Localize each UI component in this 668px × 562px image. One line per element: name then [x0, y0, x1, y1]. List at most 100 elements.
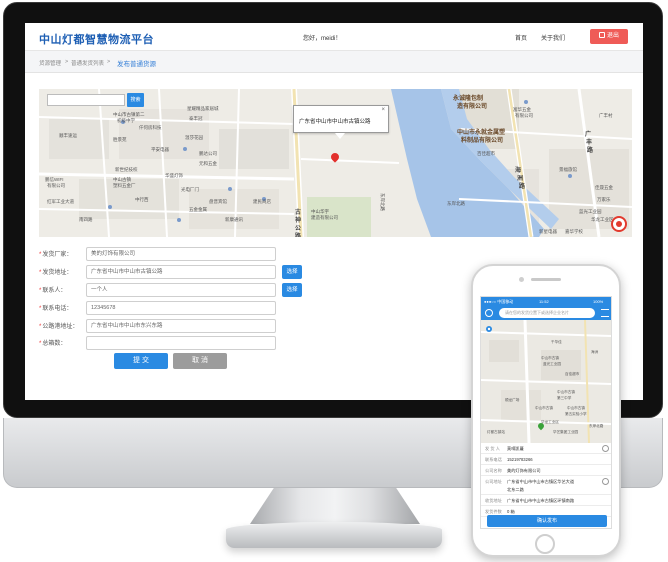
map-poi-label: 鹏达公司: [199, 151, 217, 156]
phone-home-button[interactable]: [535, 534, 555, 554]
phone-row-company-address-cont: 北东二路: [481, 484, 611, 495]
phone-map-label: 中山市古镇: [557, 390, 575, 394]
form-label: *公路港地址：: [39, 324, 79, 330]
confirm-publish-button[interactable]: 确认发布: [487, 515, 607, 527]
breadcrumb-item-list[interactable]: 普通发货列表: [71, 59, 104, 67]
address-input[interactable]: 广东省中山市中山市古镇公路: [86, 265, 276, 279]
map-road-label: 东岸北路: [380, 193, 385, 211]
map-poi-label: 塑料五金厂: [113, 183, 136, 188]
popup-close-icon[interactable]: ×: [381, 107, 385, 113]
shipper-input[interactable]: 美的灯饰有限公司: [86, 247, 276, 261]
phone-row-phone[interactable]: 联系电话 15219783266: [481, 454, 611, 465]
nav-about-link[interactable]: 关于我们: [541, 33, 565, 42]
phone-map-label: 百佳超市: [565, 372, 580, 376]
phone-screen: ●●●○○ 中国移动 11:52 100% 请在您的发货位置下或选择企业名片 千…: [480, 296, 612, 529]
phone-search-input[interactable]: 请在您的发货位置下或选择企业名片: [499, 308, 595, 318]
map-label-company: 造有限公司: [457, 104, 488, 110]
phone-map-view[interactable]: 千华佳 中山市古镇 蓝光工业园 百佳超市 中山市古镇 第三中学 中山市古镇 顺龙…: [481, 320, 611, 443]
map-poi-label: 有限公司: [47, 183, 65, 188]
map-poi-label: 平安电器: [151, 147, 169, 152]
map-poi-label: 红军工业大道: [47, 199, 74, 204]
phone-row-shipper[interactable]: 发 货 人莫嘀凯蔓: [481, 443, 611, 454]
phone-status-bar: ●●●○○ 中国移动 11:52 100%: [481, 297, 611, 306]
map-poi-label: 蓝光工业园: [579, 209, 602, 214]
logout-icon: [598, 32, 605, 38]
map-poi-label: 万家乐: [597, 197, 611, 202]
phone-map-label: 第三中学: [557, 396, 572, 400]
map-poi-label: 华盛灯饰: [165, 173, 183, 178]
map-poi-label: 泰丰冠: [189, 116, 203, 121]
phone-device: ●●●○○ 中国移动 11:52 100% 请在您的发货位置下或选择企业名片 千…: [471, 264, 621, 557]
form-label: *联系电话：: [39, 306, 73, 312]
map-poi-label: 建造有限公司: [311, 215, 338, 220]
map-poi-label: 胜景苑: [113, 137, 127, 142]
submit-button[interactable]: 提 交: [114, 353, 168, 369]
nav-home-link[interactable]: 首页: [515, 33, 527, 42]
phone-map-label: 华艺集团工业园: [553, 430, 579, 434]
map-poi-label: 中行西: [135, 197, 149, 202]
breadcrumb-item-goods[interactable]: 货源管理: [39, 59, 61, 67]
user-greeting: 您好，meidi！: [303, 36, 342, 42]
map-poi-label: 元和五金: [199, 161, 217, 166]
breadcrumb: 货源管理 > 普通发货列表 > 发布普通货源: [25, 51, 643, 73]
monitor-stand-neck: [250, 488, 420, 524]
contact-pick-button[interactable]: 选择: [282, 283, 302, 297]
map-poi-label: 嘉华学校: [565, 229, 583, 234]
user-avatar-icon[interactable]: [485, 309, 493, 317]
popup-pointer: [335, 133, 345, 139]
menu-icon[interactable]: [601, 309, 609, 317]
form-label: *发货地址：: [39, 270, 73, 276]
phone-row-receive-address[interactable]: 收货地址 广东省中山市中山市古镇区环镇南路: [481, 495, 611, 506]
map-poi-label: 佳晟五金: [595, 185, 613, 190]
map-poi-label: 百佳超市: [477, 151, 495, 156]
map-poi-label: 顺丰速运: [59, 133, 77, 138]
map-search-button[interactable]: 搜索: [127, 93, 144, 107]
address-pick-button[interactable]: 选择: [282, 265, 302, 279]
status-time: 11:52: [539, 299, 549, 304]
breadcrumb-separator: >: [65, 59, 69, 65]
map-road-label: 路: [519, 184, 526, 190]
map-poi-label: 光电厂门: [181, 187, 199, 192]
map-poi-label: 东岸北路: [447, 201, 465, 206]
map-poi-label: 初级中学: [117, 118, 135, 123]
phone-map-label: 顺龙广场: [505, 398, 520, 402]
map-label-company: 料制品有限公司: [461, 138, 504, 144]
logout-button[interactable]: 退出: [590, 29, 628, 44]
map-poi-label: 南四路: [79, 217, 93, 222]
map-poi-label: 温莎花园: [185, 135, 203, 140]
map-poi-label: 广丰村: [599, 113, 613, 118]
form-label: *联系人：: [39, 288, 67, 294]
map-poi-label: 星耀精品家居城: [187, 106, 219, 111]
breadcrumb-separator: >: [107, 59, 111, 65]
map-view[interactable]: 永诚隆包制 造有限公司 中山市永就金属塑 料制品有限公司 古 神 公 路 海 洲…: [39, 89, 632, 237]
map-poi-label: 建民商店: [253, 199, 271, 204]
cancel-button[interactable]: 取 消: [173, 353, 227, 369]
contact-input[interactable]: 一个人: [86, 283, 276, 297]
status-carrier: ●●●○○ 中国移动: [484, 299, 514, 304]
phone-input[interactable]: 12345678: [86, 301, 276, 315]
map-info-popup: 广东省中山市中山市古镇公路 ×: [293, 105, 389, 133]
phone-map-label: 东岸北路: [589, 424, 604, 428]
top-header: 中山灯都智慧物流平台 您好，meidi！ 首页 关于我们 退出: [25, 23, 643, 51]
locate-me-icon[interactable]: [611, 216, 627, 232]
map-poi-label: 新康通讯: [225, 217, 243, 222]
map-poi-label: 新星电器: [539, 229, 557, 234]
map-search-input[interactable]: [47, 94, 125, 106]
map-poi-label: 景福旅馆: [559, 167, 577, 172]
map-road-label: 路: [587, 148, 594, 154]
map-poi-label: 仟何房科技: [139, 125, 162, 130]
phone-map-label: 中山市古镇: [567, 406, 585, 410]
site-logo[interactable]: 中山灯都智慧物流平台: [39, 31, 154, 47]
map-poi-label: 新世纪技校: [115, 167, 138, 172]
logout-label: 退出: [606, 33, 619, 39]
box-count-input[interactable]: [86, 336, 276, 350]
phone-speaker: [531, 278, 561, 281]
phone-map-label: 蓝光工业园: [543, 362, 561, 366]
contact-icon[interactable]: [602, 445, 609, 452]
status-battery: 100%: [593, 299, 604, 304]
phone-row-company[interactable]: 公司名称 美的灯饰有限公司: [481, 465, 611, 476]
port-address-input[interactable]: 广东省中山市中山市东兴东路: [86, 319, 276, 333]
map-poi-label: 有限公司: [515, 113, 533, 118]
phone-map-label: 海洲: [591, 350, 599, 354]
phone-top-bar: 请在您的发货位置下或选择企业名片: [481, 306, 611, 320]
